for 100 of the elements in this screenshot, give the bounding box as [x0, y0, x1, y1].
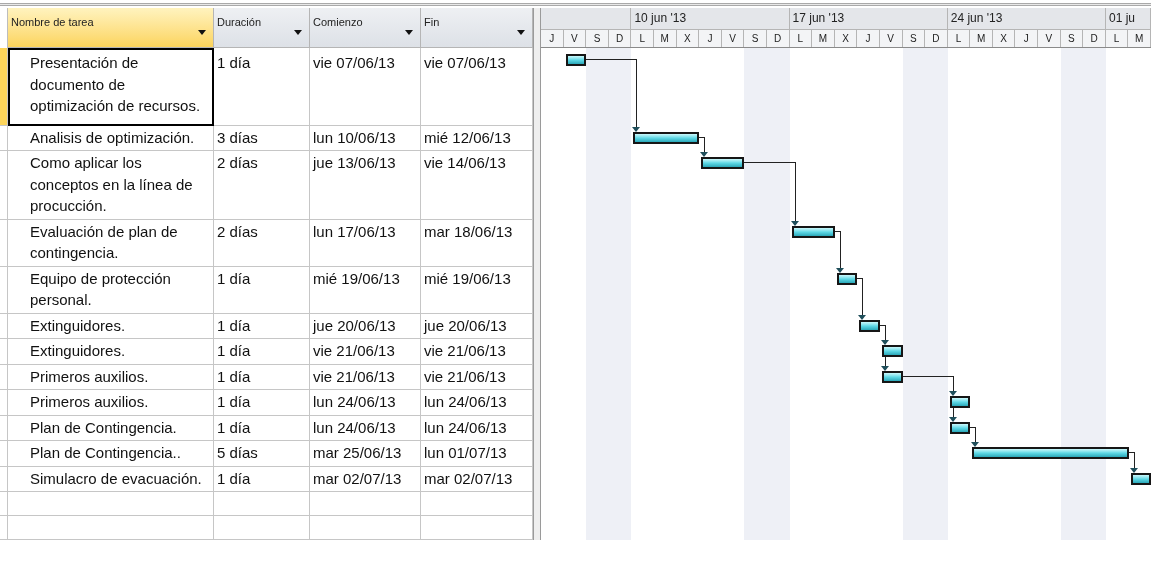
task-name-cell[interactable]: Equipo de protección personal.: [8, 266, 214, 314]
row-selector-cell[interactable]: [0, 466, 8, 492]
finish-date-cell: mié 12/06/13: [421, 125, 533, 151]
day-letter: D: [608, 30, 632, 47]
day-letter: J: [1015, 30, 1039, 47]
day-letter: D: [1083, 30, 1106, 47]
duration-cell: 2 días: [214, 219, 310, 267]
duration-cell: 5 días: [214, 441, 310, 467]
task-bar[interactable]: [701, 157, 745, 169]
day-letter: J: [699, 30, 722, 47]
day-letter: L: [631, 30, 654, 47]
row-selector-cell[interactable]: [0, 151, 8, 220]
task-name-cell[interactable]: Plan de Contingencia..: [8, 441, 214, 467]
week-label: 24 jun '13: [947, 8, 1106, 29]
row-selector-cell[interactable]: [0, 364, 8, 390]
pane-splitter[interactable]: [533, 8, 541, 540]
row-selector-cell[interactable]: [0, 266, 8, 314]
row-selector-cell[interactable]: [0, 415, 8, 441]
column-header[interactable]: Duración: [214, 8, 310, 48]
task-name-cell[interactable]: Extinguidores.: [8, 339, 214, 365]
task-bar[interactable]: [633, 131, 700, 144]
task-bar[interactable]: [949, 421, 971, 434]
finish-date-cell: vie 07/06/13: [421, 48, 533, 126]
row-selector-cell[interactable]: [0, 219, 8, 267]
day-letter: S: [902, 30, 926, 47]
task-bar[interactable]: [882, 345, 903, 357]
day-letter: V: [879, 30, 903, 47]
week-label: 10 jun '13: [631, 8, 790, 29]
day-letter: V: [721, 30, 745, 47]
start-date-cell: jue 20/06/13: [310, 313, 421, 339]
day-letter: D: [925, 30, 948, 47]
start-date-cell: lun 10/06/13: [310, 125, 421, 151]
task-bar[interactable]: [836, 272, 858, 285]
start-date-cell: mié 19/06/13: [310, 266, 421, 314]
day-letter: M: [970, 30, 993, 47]
empty-cell[interactable]: [214, 516, 310, 540]
finish-date-cell: vie 21/06/13: [421, 339, 533, 365]
day-letter: J: [857, 30, 880, 47]
empty-cell[interactable]: [421, 492, 533, 516]
duration-cell: 1 día: [214, 415, 310, 441]
row-selector-cell[interactable]: [0, 339, 8, 365]
task-bar[interactable]: [1130, 472, 1151, 485]
task-name-cell[interactable]: Evaluación de plan de contingencia.: [8, 219, 214, 267]
caret-icon: [198, 30, 206, 35]
duration-cell: 1 día: [214, 339, 310, 365]
task-bar[interactable]: [882, 370, 903, 383]
task-name-cell[interactable]: Primeros auxilios.: [8, 364, 214, 390]
task-bar[interactable]: [949, 396, 971, 408]
task-name-cell[interactable]: Simulacro de evacuación.: [8, 466, 214, 492]
task-name-cell[interactable]: Plan de Contingencia.: [8, 415, 214, 441]
task-name-cell[interactable]: Como aplicar los conceptos en la línea de procucción.: [8, 151, 214, 220]
finish-date-cell: mar 02/07/13: [421, 466, 533, 492]
finish-date-cell: vie 21/06/13: [421, 364, 533, 390]
row-selector-cell[interactable]: [0, 441, 8, 467]
day-letter: M: [812, 30, 835, 47]
empty-cell[interactable]: [8, 516, 214, 540]
day-letter: V: [1038, 30, 1061, 47]
empty-cell[interactable]: [214, 492, 310, 516]
day-letter: L: [1105, 30, 1129, 47]
week-label: 01 ju: [1105, 8, 1151, 29]
day-letter: L: [789, 30, 813, 47]
start-date-cell: jue 13/06/13: [310, 151, 421, 220]
duration-cell: 1 día: [214, 266, 310, 314]
row-selector-cell[interactable]: [0, 516, 8, 540]
task-name-cell[interactable]: Presentación de documento de optimización de recursos.: [8, 48, 214, 126]
duration-cell: 3 días: [214, 125, 310, 151]
caret-icon: [405, 30, 413, 35]
empty-cell[interactable]: [8, 492, 214, 516]
finish-date-cell: mar 18/06/13: [421, 219, 533, 267]
day-letter: S: [1060, 30, 1084, 47]
column-header[interactable]: Nombre de tarea: [8, 8, 214, 48]
task-bar[interactable]: [859, 319, 880, 332]
day-letter: X: [992, 30, 1016, 47]
empty-cell[interactable]: [421, 516, 533, 540]
duration-cell: 1 día: [214, 48, 310, 126]
day-letter: L: [947, 30, 971, 47]
task-bar[interactable]: [791, 225, 835, 238]
start-date-cell: vie 21/06/13: [310, 364, 421, 390]
row-selector-cell[interactable]: [0, 492, 8, 516]
empty-cell[interactable]: [310, 516, 421, 540]
task-name-cell[interactable]: Extinguidores.: [8, 313, 214, 339]
start-date-cell: vie 07/06/13: [310, 48, 421, 126]
task-name-cell[interactable]: Analisis de optimización.: [8, 125, 214, 151]
task-bar[interactable]: [565, 54, 587, 66]
row-selector-cell[interactable]: [0, 48, 8, 126]
column-header[interactable]: Comienzo: [310, 8, 421, 48]
finish-date-cell: lun 24/06/13: [421, 415, 533, 441]
task-name-cell[interactable]: Primeros auxilios.: [8, 390, 214, 416]
task-bar[interactable]: [972, 447, 1129, 459]
finish-date-cell: vie 14/06/13: [421, 151, 533, 220]
duration-cell: 1 día: [214, 313, 310, 339]
column-header[interactable]: Fin: [421, 8, 533, 48]
row-selector-cell[interactable]: [0, 390, 8, 416]
day-letter: S: [744, 30, 767, 47]
empty-cell[interactable]: [310, 492, 421, 516]
duration-cell: 1 día: [214, 466, 310, 492]
row-selector-cell[interactable]: [0, 125, 8, 151]
row-selector-cell[interactable]: [0, 313, 8, 339]
day-letter: S: [586, 30, 609, 47]
start-date-cell: lun 17/06/13: [310, 219, 421, 267]
